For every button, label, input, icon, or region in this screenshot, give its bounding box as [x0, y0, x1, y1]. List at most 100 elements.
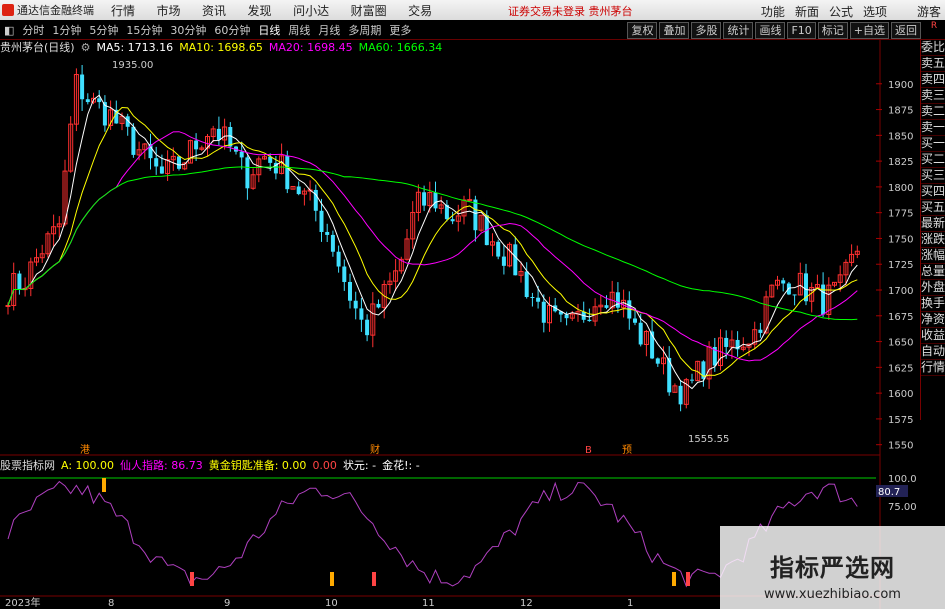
candle-body-91	[524, 271, 529, 298]
side-item-1[interactable]: 卖五	[921, 56, 945, 72]
signal-bar-2	[330, 572, 334, 586]
side-item-17[interactable]: 净资	[921, 312, 945, 328]
right-label: R	[930, 21, 938, 31]
indicator-e: 状元: -	[342, 459, 377, 472]
watermark-title: 指标严选网	[770, 554, 895, 582]
side-item-16[interactable]: 换手	[921, 296, 945, 312]
side-item-15[interactable]: 外盘	[921, 280, 945, 296]
signal-bar-4	[672, 572, 676, 586]
candle-body-58	[336, 251, 341, 267]
candle-body-56	[325, 231, 330, 235]
side-item-9[interactable]: 买四	[921, 184, 945, 200]
candle-body-102	[587, 319, 592, 322]
price-label-4: 1800	[888, 183, 913, 194]
candle-body-87	[501, 256, 506, 266]
indicator-d: 0.00	[312, 458, 337, 472]
indicator-title: 股票指标网	[0, 459, 55, 472]
candle-body-110	[633, 318, 637, 323]
side-item-2[interactable]: 卖四	[921, 72, 945, 88]
candle-body-30	[177, 156, 181, 169]
price-label-7: 1725	[888, 260, 913, 271]
candle-body-136	[781, 280, 786, 284]
indicator-axis-1: 75.00	[888, 502, 917, 513]
high-label: 1935.00	[112, 60, 153, 71]
candle-body-59	[342, 266, 347, 282]
watermark-url: www.xuezhibiao.com	[764, 587, 901, 602]
candle-body-57	[330, 234, 335, 252]
side-item-6[interactable]: 买一	[921, 136, 945, 152]
candle-body-2	[17, 273, 22, 290]
side-item-12[interactable]: 涨跌	[921, 232, 945, 248]
side-item-7[interactable]: 买二	[921, 152, 945, 168]
indicator-badge: 80.7	[878, 487, 900, 498]
side-item-18[interactable]: 收益	[921, 328, 945, 344]
event-marker-1: 财	[370, 443, 380, 456]
candle-body-65	[376, 303, 381, 308]
price-label-6: 1750	[888, 234, 913, 245]
side-item-14[interactable]: 总量	[921, 264, 945, 280]
candle-body-120	[690, 379, 694, 381]
candle-body-114	[655, 358, 660, 364]
signal-bar-0	[102, 478, 106, 492]
side-item-10[interactable]: 买五	[921, 200, 945, 216]
price-label-14: 1550	[888, 441, 913, 452]
candle-body-86	[496, 241, 501, 257]
side-item-5[interactable]: 卖一	[921, 120, 945, 136]
candle-body-51	[296, 186, 301, 195]
candle-body-13	[80, 74, 85, 100]
candle-body-92	[530, 297, 535, 299]
candle-body-49	[285, 155, 290, 190]
candle-body-60	[348, 281, 352, 301]
signal-bar-1	[190, 572, 194, 586]
date-label-3: 10	[325, 598, 338, 609]
date-label-6: 1	[627, 598, 633, 609]
candle-body-22	[131, 126, 136, 155]
candle-body-41	[239, 151, 244, 158]
side-item-11[interactable]: 最新	[921, 216, 945, 232]
side-item-8[interactable]: 买三	[921, 168, 945, 184]
price-label-9: 1675	[888, 312, 913, 323]
candle-body-107	[615, 292, 620, 308]
date-label-4: 11	[422, 598, 435, 609]
candle-body-93	[536, 297, 541, 302]
indicator-axis-0: 100.0	[888, 474, 917, 485]
candle-body-42	[245, 157, 250, 189]
price-label-2: 1850	[888, 131, 913, 142]
price-label-11: 1625	[888, 363, 913, 374]
side-item-13[interactable]: 涨幅	[921, 248, 945, 264]
event-marker-2: B	[585, 445, 592, 456]
candle-body-132	[758, 329, 763, 333]
candle-body-26	[154, 158, 159, 167]
guest-label[interactable]: 游客	[917, 3, 941, 20]
signal-bar-5	[686, 572, 690, 586]
indicator-header: 股票指标网 A: 100.00 仙人指路: 86.73 黄金钥匙准备: 0.00…	[0, 458, 420, 473]
side-item-20[interactable]: 行情	[921, 360, 945, 376]
indicator-b: 仙人指路: 86.73	[120, 459, 203, 472]
candle-body-98	[564, 314, 569, 319]
candle-body-137	[786, 283, 791, 295]
price-label-12: 1600	[888, 389, 913, 400]
candle-body-27	[159, 166, 164, 174]
low-label: 1555.55	[688, 434, 729, 445]
candle-body-111	[638, 322, 643, 345]
ma20-line	[7, 131, 858, 362]
price-label-5: 1775	[888, 209, 913, 220]
date-label-1: 8	[108, 598, 114, 609]
side-item-19[interactable]: 自动	[921, 344, 945, 360]
candle-body-126	[724, 337, 729, 347]
candle-body-75	[433, 192, 438, 209]
indicator-f: 金花!: -	[382, 459, 420, 472]
side-item-3[interactable]: 卖三	[921, 88, 945, 104]
watermark: 指标严选网 www.xuezhibiao.com	[720, 526, 945, 609]
candle-body-78	[450, 219, 455, 222]
signal-bar-3	[372, 572, 376, 586]
kline-chart[interactable]: 1900 1875 1850 1825 1800 1775 1750 1725 1700 1675…	[0, 0, 920, 609]
candle-body-89	[513, 244, 518, 276]
side-item-0[interactable]: 委比	[921, 40, 945, 56]
ma60-line	[7, 166, 858, 321]
date-label-2: 9	[224, 598, 230, 609]
candle-body-55	[319, 210, 324, 232]
event-marker-3: 预	[622, 444, 632, 456]
candle-body-73	[422, 192, 427, 206]
side-item-4[interactable]: 卖二	[921, 104, 945, 120]
